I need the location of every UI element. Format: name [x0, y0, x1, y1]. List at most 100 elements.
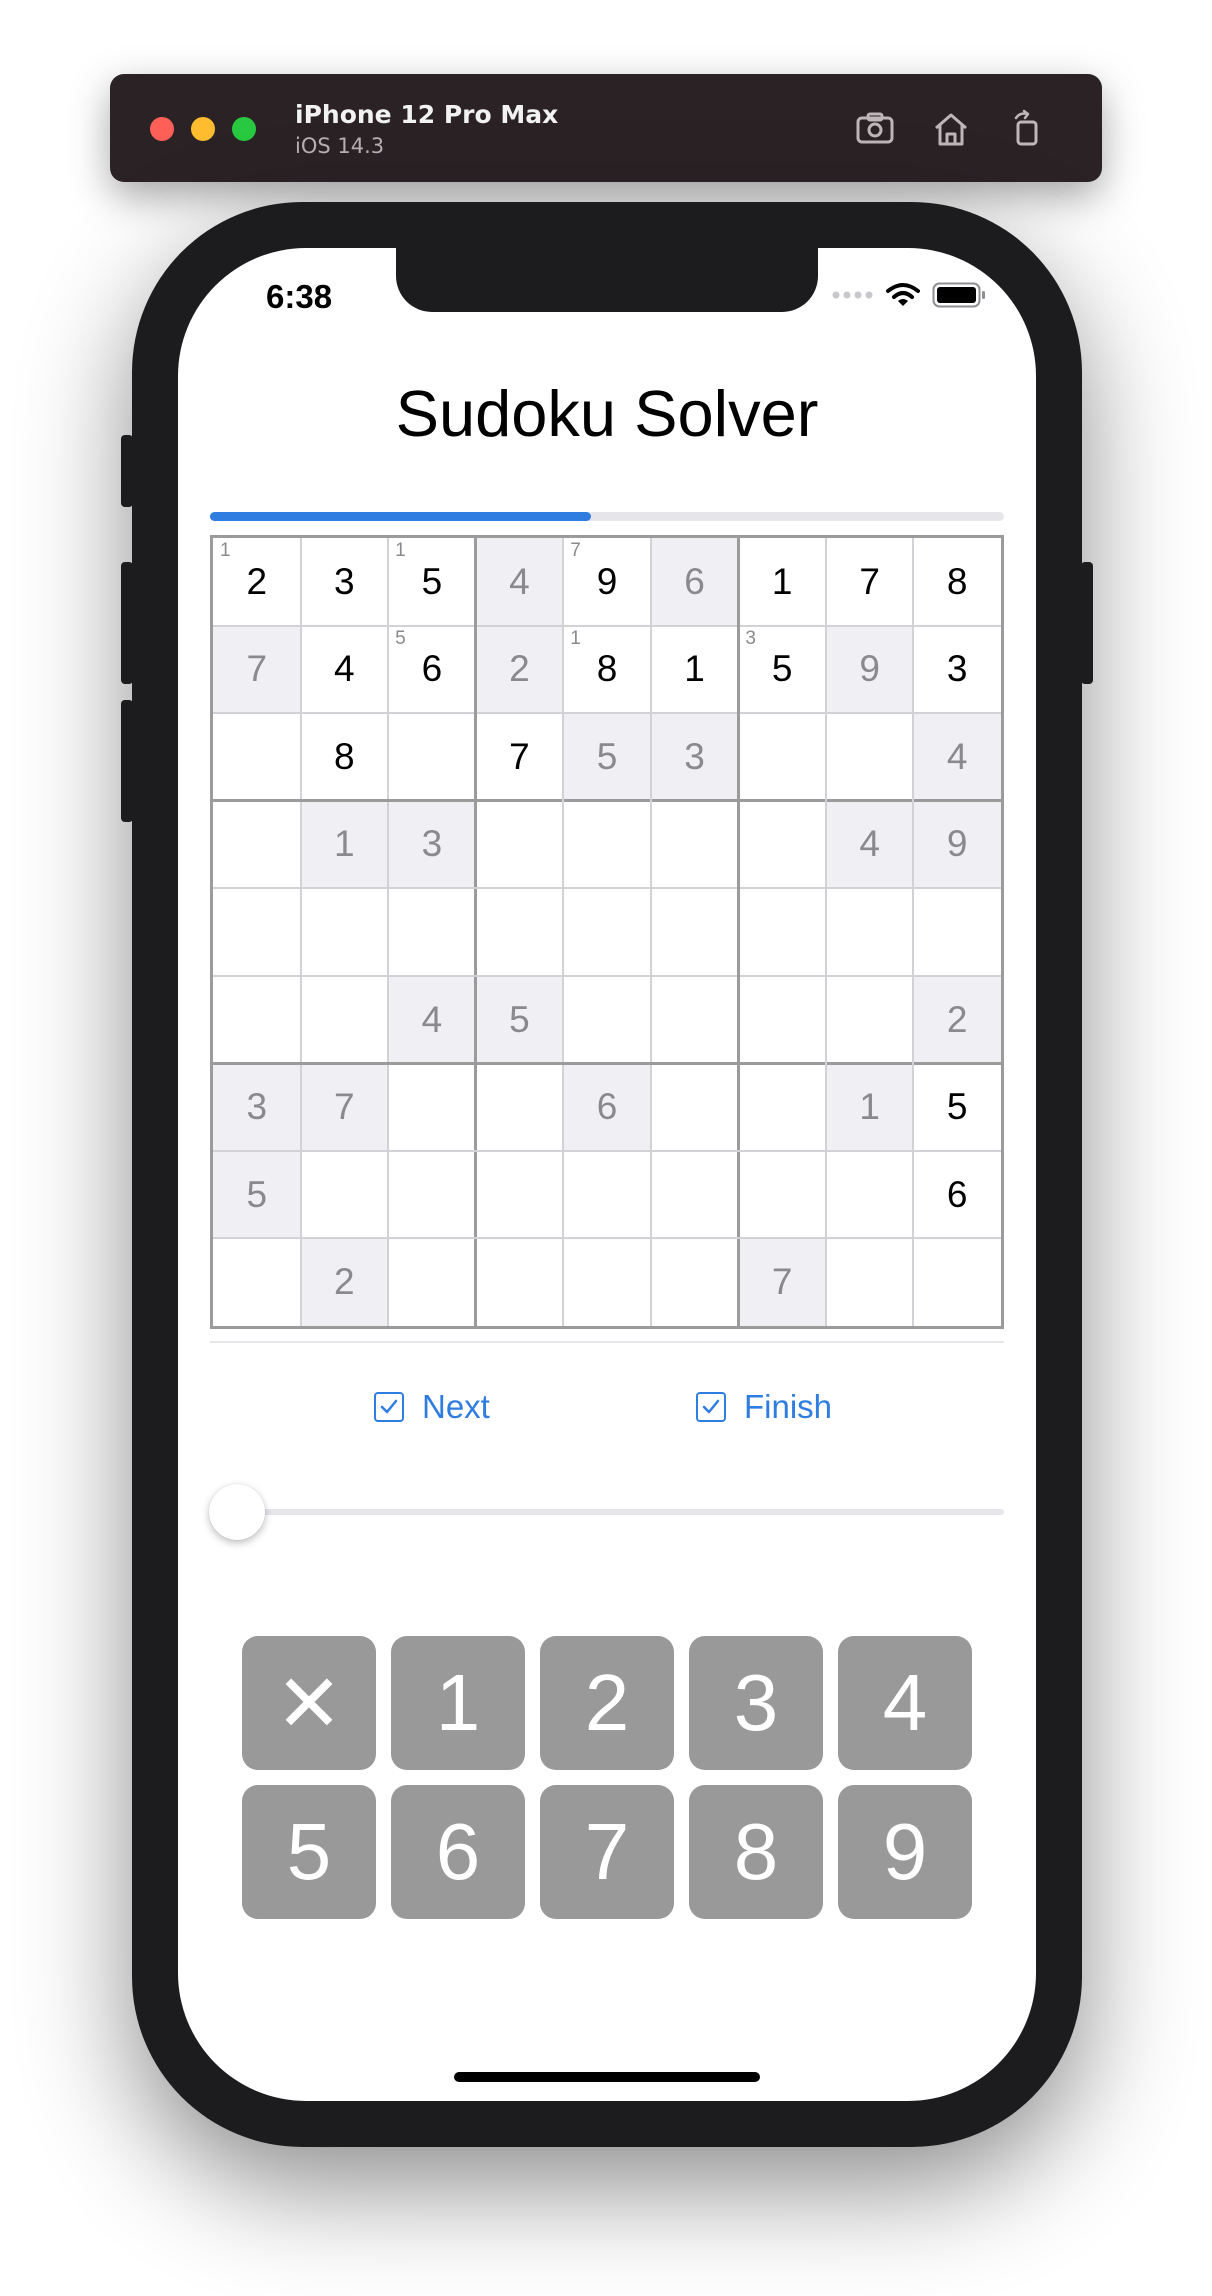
sudoku-cell[interactable]: 1 [651, 626, 739, 714]
sudoku-cell[interactable]: 2 [913, 975, 1001, 1064]
sudoku-cell[interactable]: 4 [913, 713, 1001, 801]
sudoku-cell[interactable]: 5 [213, 1150, 301, 1239]
sudoku-cell[interactable]: 81 [563, 626, 651, 714]
digit-key-button[interactable]: 3 [689, 1636, 823, 1770]
digit-key-button[interactable]: 6 [391, 1785, 525, 1919]
sudoku-cell[interactable] [301, 1151, 389, 1239]
sudoku-cell[interactable]: 3 [388, 800, 476, 889]
sudoku-cell[interactable]: 51 [388, 538, 476, 626]
digit-key-button[interactable]: 8 [689, 1785, 823, 1919]
sudoku-cell[interactable] [476, 1238, 564, 1326]
finish-button[interactable]: Finish [696, 1388, 832, 1426]
sudoku-cell[interactable] [826, 976, 914, 1064]
sudoku-cell[interactable] [213, 976, 301, 1064]
sudoku-cell[interactable]: 4 [825, 800, 914, 889]
sudoku-cell[interactable] [476, 1063, 564, 1151]
sudoku-cell[interactable] [826, 888, 914, 976]
sudoku-cell[interactable] [738, 888, 826, 976]
sudoku-cell[interactable] [738, 801, 826, 889]
sudoku-cell[interactable]: 3 [650, 713, 739, 801]
sudoku-cell[interactable]: 6 [650, 538, 739, 626]
sudoku-cell[interactable]: 3 [301, 538, 389, 626]
sudoku-cell[interactable]: 6 [563, 1063, 651, 1151]
sudoku-cell[interactable]: 4 [301, 626, 389, 714]
sudoku-cell[interactable]: 5 [913, 1063, 1001, 1151]
step-slider-track[interactable] [210, 1509, 1004, 1515]
sudoku-cell[interactable]: 1 [300, 800, 389, 889]
sudoku-cell[interactable]: 97 [563, 538, 651, 626]
sudoku-cell[interactable]: 8 [913, 538, 1001, 626]
sudoku-cell[interactable] [213, 1238, 301, 1326]
sudoku-cell[interactable]: 4 [475, 538, 564, 626]
sudoku-cell[interactable]: 5 [475, 975, 564, 1064]
sudoku-cell[interactable] [388, 1238, 476, 1326]
sudoku-cell[interactable] [738, 976, 826, 1064]
digit-key-button[interactable]: 9 [838, 1785, 972, 1919]
sudoku-cell[interactable] [476, 801, 564, 889]
step-slider-thumb[interactable] [209, 1484, 265, 1540]
sudoku-cell[interactable] [388, 713, 476, 801]
sudoku-cell[interactable]: 7 [476, 713, 564, 801]
sudoku-cell[interactable] [913, 888, 1001, 976]
sudoku-cell[interactable] [388, 1063, 476, 1151]
sudoku-cell[interactable]: 7 [826, 538, 914, 626]
digit-key-button[interactable]: 2 [540, 1636, 674, 1770]
sudoku-cell[interactable] [913, 1238, 1001, 1326]
sudoku-cell[interactable] [563, 888, 651, 976]
sudoku-cell[interactable]: 3 [213, 1063, 301, 1151]
digit-key-button[interactable]: 1 [391, 1636, 525, 1770]
sudoku-cell[interactable]: 2 [475, 625, 564, 714]
sudoku-cell[interactable] [563, 1238, 651, 1326]
close-window-button[interactable] [150, 117, 174, 141]
next-button[interactable]: Next [374, 1388, 490, 1426]
sudoku-cell[interactable] [826, 713, 914, 801]
sudoku-cell[interactable] [826, 1151, 914, 1239]
sudoku-cell[interactable] [651, 888, 739, 976]
sudoku-cell[interactable]: 65 [388, 626, 476, 714]
digit-key-button[interactable]: 4 [838, 1636, 972, 1770]
sudoku-cell[interactable] [738, 1151, 826, 1239]
sudoku-cell[interactable] [213, 888, 301, 976]
zoom-window-button[interactable] [232, 117, 256, 141]
sudoku-cell[interactable] [388, 1151, 476, 1239]
sudoku-cell[interactable] [563, 801, 651, 889]
rotate-icon[interactable] [1004, 106, 1050, 152]
sudoku-cell[interactable]: 53 [738, 626, 826, 714]
digit-key-button[interactable]: 7 [540, 1785, 674, 1919]
sudoku-cell[interactable] [563, 1151, 651, 1239]
sudoku-cell[interactable] [301, 888, 389, 976]
sudoku-cell[interactable]: 21 [213, 538, 301, 626]
sudoku-cell[interactable] [476, 1151, 564, 1239]
sudoku-cell[interactable]: 2 [300, 1238, 389, 1326]
sudoku-cell[interactable] [301, 976, 389, 1064]
sudoku-cell[interactable]: 5 [563, 713, 651, 801]
sudoku-cell[interactable]: 7 [213, 625, 301, 714]
sudoku-cell[interactable] [651, 1238, 739, 1326]
home-icon[interactable] [928, 106, 974, 152]
sudoku-cell[interactable]: 9 [913, 800, 1001, 889]
sudoku-cell[interactable] [388, 888, 476, 976]
sudoku-cell[interactable]: 4 [388, 975, 476, 1064]
sudoku-cell[interactable] [476, 888, 564, 976]
sudoku-cell[interactable] [651, 801, 739, 889]
clear-key-button[interactable]: ✕ [242, 1636, 376, 1770]
minimize-window-button[interactable] [191, 117, 215, 141]
sudoku-cell[interactable]: 1 [738, 538, 826, 626]
sudoku-cell[interactable] [738, 713, 826, 801]
sudoku-cell[interactable]: 8 [301, 713, 389, 801]
screenshot-icon[interactable] [852, 106, 898, 152]
sudoku-cell[interactable] [651, 1151, 739, 1239]
sudoku-cell[interactable] [826, 1238, 914, 1326]
sudoku-cell[interactable]: 1 [825, 1063, 914, 1151]
sudoku-cell[interactable]: 6 [913, 1151, 1001, 1239]
home-indicator[interactable] [454, 2072, 760, 2082]
sudoku-cell[interactable] [563, 976, 651, 1064]
sudoku-cell[interactable] [213, 801, 301, 889]
digit-key-button[interactable]: 5 [242, 1785, 376, 1919]
sudoku-cell[interactable]: 7 [738, 1238, 826, 1326]
sudoku-cell[interactable]: 9 [825, 625, 914, 714]
sudoku-cell[interactable]: 3 [913, 626, 1001, 714]
sudoku-cell[interactable]: 7 [300, 1063, 389, 1151]
sudoku-cell[interactable] [738, 1063, 826, 1151]
sudoku-cell[interactable] [651, 976, 739, 1064]
